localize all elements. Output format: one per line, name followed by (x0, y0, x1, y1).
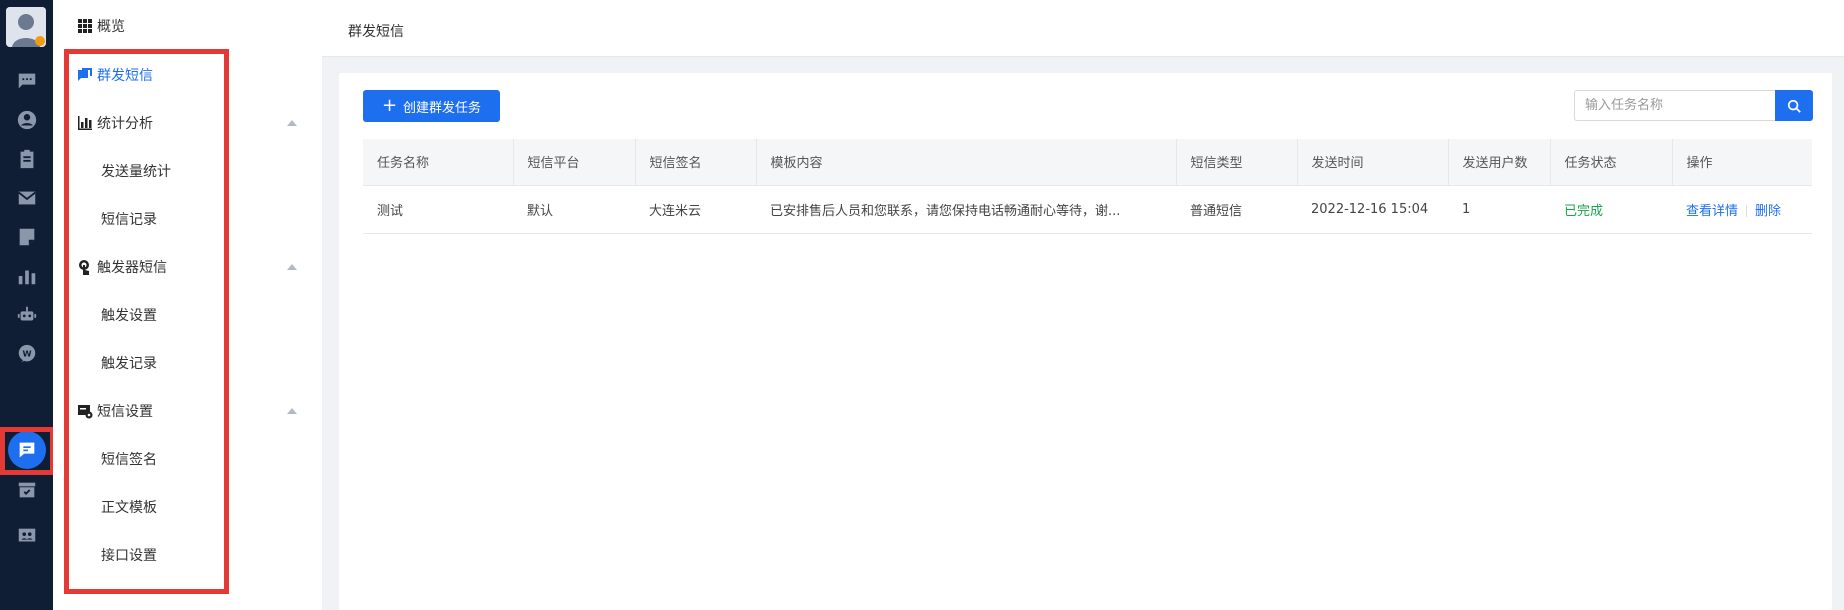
sms-submenu: 概览 群发短信 统计分析 发送量统计 短信记录 触发器短信 触发设置 触发记录 … (53, 0, 322, 610)
table-header-row: 任务名称 短信平台 短信签名 模板内容 短信类型 发送时间 发送用户数 任务状态… (363, 139, 1812, 186)
menu-item-trigger-settings[interactable]: 触发设置 (53, 295, 322, 335)
top-bar: 群发短信 (322, 0, 1844, 57)
collapse-caret-icon[interactable] (287, 264, 297, 270)
menu-item-label: 统计分析 (97, 116, 153, 132)
cell-send-time: 2022-12-16 15:04 (1297, 185, 1448, 234)
search-icon (1787, 99, 1801, 113)
col-header-type[interactable]: 短信类型 (1176, 139, 1298, 186)
clipboard-icon[interactable] (0, 139, 53, 179)
cell-type: 普通短信 (1176, 185, 1297, 234)
col-header-user-count[interactable]: 发送用户数 (1448, 139, 1551, 186)
menu-item-label: 正文模板 (101, 500, 157, 516)
search-button[interactable] (1775, 90, 1813, 121)
menu-item-label: 触发记录 (101, 356, 157, 372)
menu-item-label: 触发器短信 (97, 260, 167, 276)
menu-item-label: 群发短信 (97, 68, 153, 84)
cell-actions: 查看详情 删除 (1672, 185, 1812, 234)
menu-group-stats[interactable]: 统计分析 (53, 103, 322, 143)
col-header-actions: 操作 (1672, 139, 1812, 186)
menu-item-label: 触发设置 (101, 308, 157, 324)
col-header-platform[interactable]: 短信平台 (513, 139, 636, 186)
create-task-label: 创建群发任务 (403, 100, 482, 116)
cell-status: 已完成 (1550, 185, 1672, 234)
delete-link[interactable]: 删除 (1755, 204, 1781, 219)
menu-item-overview[interactable]: 概览 (53, 6, 322, 46)
wechat-icon[interactable]: W (0, 334, 53, 374)
stats-icon (77, 115, 93, 131)
action-divider (1746, 205, 1748, 217)
sms-copy-icon (77, 67, 93, 83)
cell-template: 已安排售后人员和您联系，请您保持电话畅通耐心等待，谢... (756, 185, 1176, 234)
menu-item-label: 短信签名 (101, 452, 157, 468)
menu-item-label: 短信记录 (101, 212, 157, 228)
plus-icon: + (381, 95, 398, 116)
view-details-link[interactable]: 查看详情 (1686, 204, 1738, 219)
col-header-send-time[interactable]: 发送时间 (1297, 139, 1449, 186)
col-header-signature[interactable]: 短信签名 (635, 139, 757, 186)
menu-group-sms-settings[interactable]: 短信设置 (53, 391, 322, 431)
mail-icon[interactable] (0, 178, 53, 218)
storefront-icon[interactable] (0, 470, 53, 510)
task-table: 任务名称 短信平台 短信签名 模板内容 短信类型 发送时间 发送用户数 任务状态… (363, 139, 1812, 234)
menu-item-label: 接口设置 (101, 548, 157, 564)
menu-item-sms-signature[interactable]: 短信签名 (53, 439, 322, 479)
avatar[interactable] (6, 7, 46, 47)
cell-platform: 默认 (513, 185, 635, 234)
bar-chart-icon[interactable] (0, 256, 53, 296)
col-header-status[interactable]: 任务状态 (1550, 139, 1673, 186)
chat-icon[interactable] (0, 61, 53, 101)
table-row: 测试 默认 大连米云 已安排售后人员和您联系，请您保持电话畅通耐心等待，谢...… (363, 185, 1812, 234)
menu-item-trigger-records[interactable]: 触发记录 (53, 343, 322, 383)
menu-group-trigger[interactable]: 触发器短信 (53, 247, 322, 287)
rail-highlight-box (0, 427, 55, 475)
menu-item-sms-records[interactable]: 短信记录 (53, 199, 322, 239)
grid-icon (77, 18, 93, 34)
main-panel: + 创建群发任务 任务名称 短信平台 短信签名 模板内容 短信类型 发送时间 发… (339, 73, 1832, 610)
icon-rail: W (0, 0, 55, 610)
menu-item-label: 概览 (97, 19, 125, 35)
col-header-task-name[interactable]: 任务名称 (363, 139, 514, 186)
touch-icon (77, 259, 93, 275)
task-search-input[interactable] (1574, 90, 1775, 121)
col-header-template[interactable]: 模板内容 (756, 139, 1177, 186)
collapse-caret-icon[interactable] (287, 120, 297, 126)
menu-item-api-settings[interactable]: 接口设置 (53, 535, 322, 575)
robot-icon[interactable] (0, 295, 53, 335)
create-task-button[interactable]: + 创建群发任务 (363, 90, 500, 122)
menu-item-label: 发送量统计 (101, 164, 171, 180)
user-icon[interactable] (0, 100, 53, 140)
cell-signature: 大连米云 (635, 185, 756, 234)
menu-item-send-stats[interactable]: 发送量统计 (53, 151, 322, 191)
document-icon[interactable] (0, 217, 53, 257)
menu-item-body-template[interactable]: 正文模板 (53, 487, 322, 527)
collapse-caret-icon[interactable] (287, 408, 297, 414)
svg-text:W: W (22, 348, 31, 358)
menu-item-label: 短信设置 (97, 404, 153, 420)
settings-card-icon (77, 403, 93, 419)
cell-user-count: 1 (1448, 185, 1550, 234)
page-title: 群发短信 (348, 24, 404, 40)
menu-item-mass-sms[interactable]: 群发短信 (53, 55, 322, 95)
cell-task-name: 测试 (363, 185, 513, 234)
contacts-icon[interactable] (0, 516, 53, 556)
